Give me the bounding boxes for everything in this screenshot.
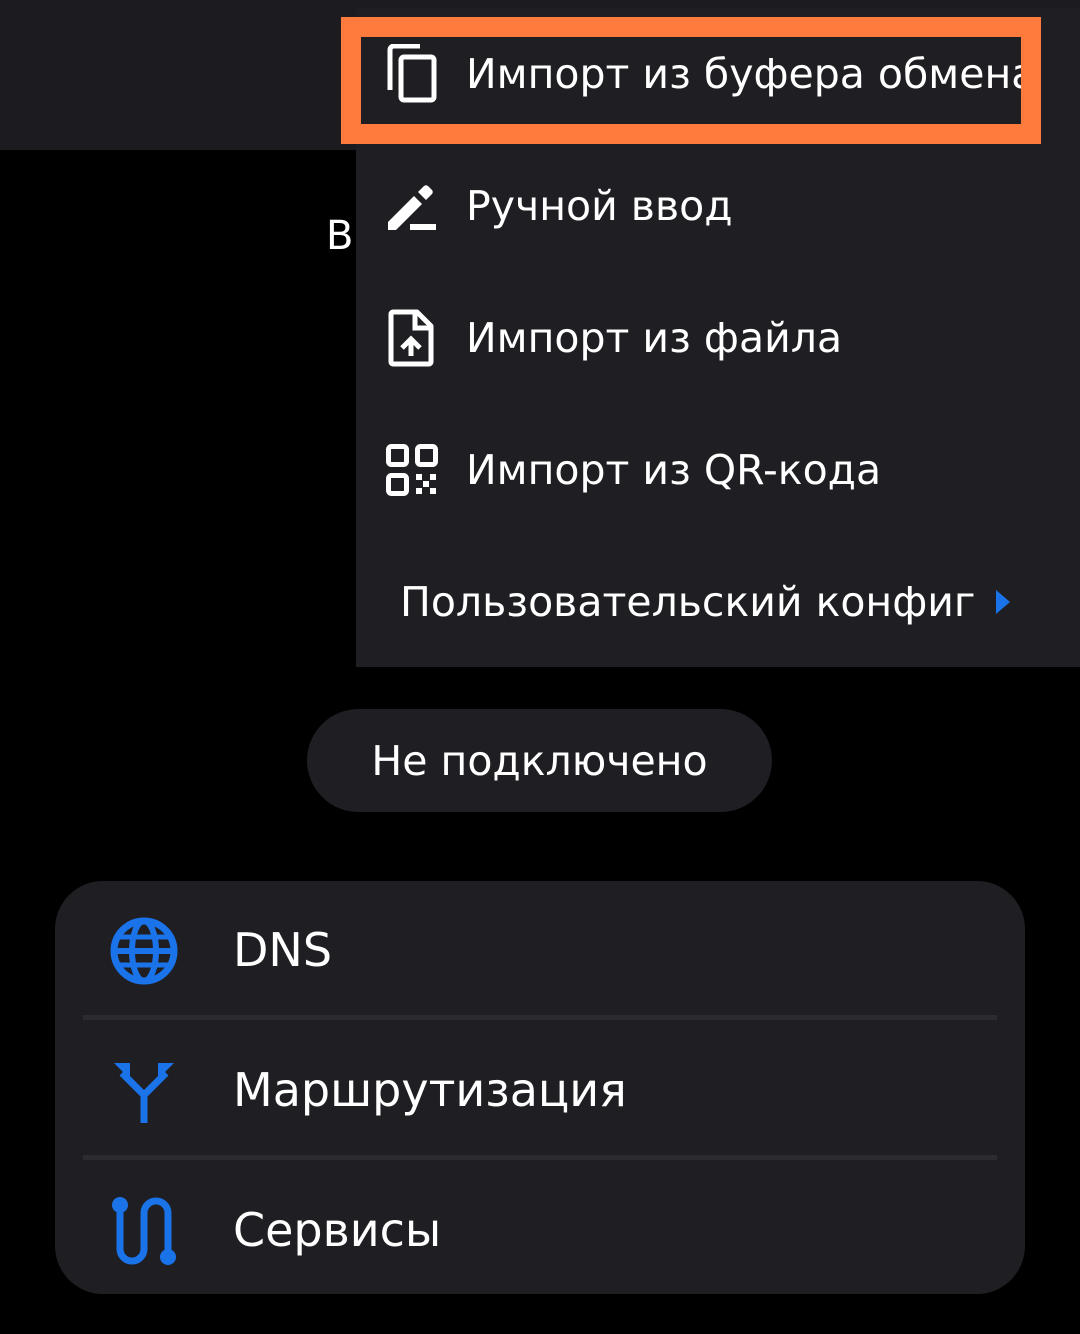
menu-item-manual-entry[interactable]: Ручной ввод — [356, 140, 1080, 272]
settings-row-label: Сервисы — [233, 1203, 442, 1257]
globe-icon — [105, 915, 183, 987]
divider — [83, 1155, 997, 1160]
qr-code-icon — [382, 440, 442, 500]
file-upload-icon — [382, 308, 442, 368]
settings-card: DNS Маршрутизация Сервисы — [55, 881, 1025, 1294]
screen: В Не подключено DNS Маршрутизация Сервис… — [0, 0, 1080, 1334]
menu-item-label: Импорт из файла — [466, 314, 843, 362]
chevron-right-icon — [992, 588, 1012, 616]
routing-icon — [105, 1055, 183, 1127]
settings-row-services[interactable]: Сервисы — [55, 1161, 1025, 1299]
obscured-text: В — [326, 213, 354, 259]
menu-item-label: Импорт из буфера обмена — [466, 50, 1037, 98]
menu-item-import-clipboard[interactable]: Импорт из буфера обмена — [356, 8, 1080, 140]
settings-row-label: DNS — [233, 923, 333, 977]
copy-icon — [382, 44, 442, 104]
menu-item-import-qr[interactable]: Импорт из QR-кода — [356, 404, 1080, 536]
divider — [83, 1015, 997, 1020]
edit-pen-icon — [382, 176, 442, 236]
settings-row-label: Маршрутизация — [233, 1063, 627, 1117]
menu-item-custom-config[interactable]: Пользовательский конфиг — [356, 536, 1080, 668]
menu-item-import-file[interactable]: Импорт из файла — [356, 272, 1080, 404]
menu-item-label: Импорт из QR-кода — [466, 446, 882, 494]
settings-row-routing[interactable]: Маршрутизация — [55, 1021, 1025, 1159]
connection-status-button[interactable]: Не подключено — [307, 709, 772, 812]
menu-item-label: Ручной ввод — [466, 182, 733, 230]
services-icon — [105, 1195, 183, 1267]
settings-row-dns[interactable]: DNS — [55, 881, 1025, 1019]
connection-status-label: Не подключено — [371, 736, 708, 785]
menu-item-label: Пользовательский конфиг — [400, 578, 976, 626]
add-config-menu: Импорт из буфера обмена Ручной ввод Импо… — [356, 8, 1080, 667]
